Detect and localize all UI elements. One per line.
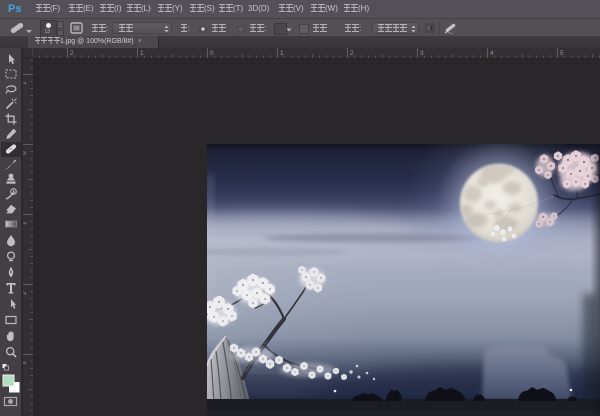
svg-text:0: 0 <box>23 151 28 155</box>
svg-text:5: 5 <box>560 50 564 57</box>
svg-text:4: 4 <box>490 50 494 57</box>
svg-text:2: 2 <box>70 50 74 57</box>
svg-text:1: 1 <box>23 221 28 225</box>
svg-text:2: 2 <box>23 291 28 295</box>
svg-text:3: 3 <box>420 50 424 57</box>
svg-text:2: 2 <box>350 50 354 57</box>
svg-text:0: 0 <box>210 50 214 57</box>
svg-text:3: 3 <box>23 361 28 365</box>
svg-text:1: 1 <box>140 50 144 57</box>
svg-text:1: 1 <box>23 81 28 85</box>
svg-text:1: 1 <box>280 50 284 57</box>
